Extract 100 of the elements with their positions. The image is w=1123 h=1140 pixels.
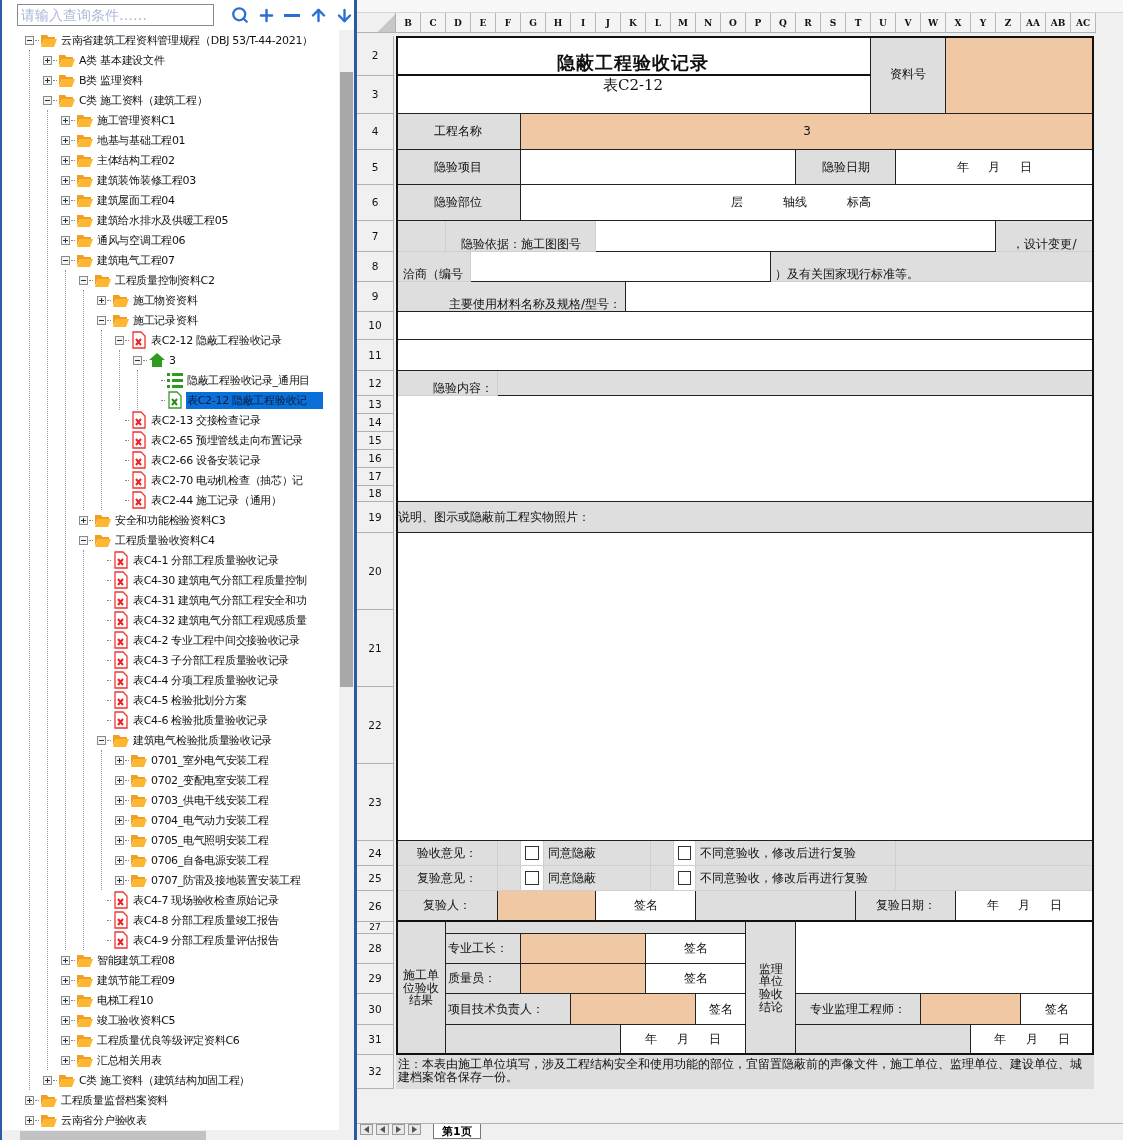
tree-item[interactable]: 表C4-3 子分部工程质量验收记录	[132, 651, 291, 669]
tree-toggle[interactable]	[61, 175, 70, 185]
checkbox[interactable]	[525, 846, 539, 860]
search-button[interactable]	[230, 4, 251, 26]
tree-toggle[interactable]	[61, 215, 70, 225]
column-header[interactable]: F	[496, 13, 521, 33]
tree-toggle[interactable]	[43, 1075, 52, 1085]
tree-toggle[interactable]	[79, 515, 88, 525]
tree-toggle[interactable]	[61, 995, 70, 1005]
tree-toggle[interactable]	[115, 795, 124, 805]
tree-item[interactable]: 施工记录资料	[132, 311, 199, 329]
tree-item[interactable]: 云南省分户验收表	[60, 1111, 148, 1129]
tree-item[interactable]: 建筑节能工程09	[96, 971, 176, 989]
sheet-nav-button[interactable]	[392, 1124, 405, 1135]
checkbox[interactable]	[678, 871, 691, 885]
tree-item[interactable]: 表C2-65 预埋管线走向布置记录	[150, 431, 305, 449]
tree-item[interactable]: 主体结构工程02	[96, 151, 176, 169]
tree-toggle[interactable]	[61, 1055, 70, 1065]
column-header[interactable]: D	[446, 13, 471, 33]
sheet-nav-button[interactable]	[360, 1124, 373, 1135]
tree-item[interactable]: 竣工验收资料C5	[96, 1011, 177, 1029]
scrollbar-thumb[interactable]	[20, 1130, 206, 1140]
column-header[interactable]: S	[821, 13, 846, 33]
tree-toggle[interactable]	[43, 95, 52, 105]
tree-toggle[interactable]	[61, 135, 70, 145]
tree-item[interactable]: C类 施工资料（建筑工程）	[78, 91, 209, 109]
column-header[interactable]: J	[596, 13, 621, 33]
tree-toggle[interactable]	[61, 1035, 70, 1045]
column-header[interactable]: P	[746, 13, 771, 33]
column-header[interactable]: M	[671, 13, 696, 33]
date-field[interactable]: 年 月 日	[956, 891, 1094, 922]
tree-toggle[interactable]	[115, 335, 124, 345]
column-header[interactable]: E	[471, 13, 496, 33]
tree-item[interactable]: 表C4-5 检验批划分方案	[132, 691, 248, 709]
search-field[interactable]: 请输入查询条件……	[17, 4, 215, 26]
column-header[interactable]: G	[521, 13, 546, 33]
tree-item[interactable]: 工程质量验收资料C4	[114, 531, 216, 549]
tree-toggle[interactable]	[115, 815, 124, 825]
horizontal-scrollbar[interactable]	[2, 1130, 354, 1140]
column-header[interactable]: K	[621, 13, 646, 33]
tree-item[interactable]: 表C2-70 电动机检查（抽芯）记	[150, 471, 305, 489]
column-header[interactable]: Q	[771, 13, 796, 33]
column-header[interactable]: L	[646, 13, 671, 33]
tree-toggle[interactable]	[43, 55, 52, 65]
tree-item[interactable]: 汇总相关用表	[96, 1051, 163, 1069]
tree-item[interactable]: 表C2-44 施工记录（通用）	[150, 491, 283, 509]
tree-item[interactable]: 表C4-4 分项工程质量验收记录	[132, 671, 280, 689]
tree-item[interactable]: 建筑给水排水及供暖工程05	[96, 211, 230, 229]
column-header[interactable]: X	[946, 13, 971, 33]
tree-toggle[interactable]	[133, 355, 142, 365]
tree-toggle[interactable]	[79, 275, 88, 285]
tree-toggle[interactable]	[61, 115, 70, 125]
checkbox[interactable]	[525, 871, 539, 885]
tree-item[interactable]: 0701_室外电气安装工程	[150, 751, 270, 769]
tree-toggle[interactable]	[61, 975, 70, 985]
column-header[interactable]: T	[846, 13, 871, 33]
tree-toggle[interactable]	[43, 75, 52, 85]
tree-item[interactable]: 建筑电气检验批质量验收记录	[132, 731, 274, 749]
tree-toggle[interactable]	[115, 855, 124, 865]
tree-item[interactable]: 3	[168, 351, 177, 369]
tree-item[interactable]: 表C2-13 交接检查记录	[150, 411, 262, 429]
tree-item[interactable]: 表C4-9 分部工程质量评估报告	[132, 931, 280, 949]
scrollbar-thumb[interactable]	[340, 72, 353, 687]
tree-item[interactable]: B类 监理资料	[78, 71, 144, 89]
tree-toggle[interactable]	[79, 535, 88, 545]
column-header[interactable]: O	[721, 13, 746, 33]
tree-item[interactable]: 0704_电气动力安装工程	[150, 811, 270, 829]
tree-item[interactable]: 工程质量优良等级评定资料C6	[96, 1031, 241, 1049]
tree-item[interactable]: 0702_变配电室安装工程	[150, 771, 270, 789]
date-field[interactable]: 年 月 日	[621, 1025, 746, 1055]
tree-item[interactable]: 表C2-66 设备安装记录	[150, 451, 262, 469]
tree-item[interactable]: 表C2-12 隐蔽工程验收记录	[150, 331, 283, 349]
tree-item[interactable]: 0707_防雷及接地装置安装工程	[150, 871, 302, 889]
column-header[interactable]: W	[921, 13, 946, 33]
tree-item[interactable]: 建筑屋面工程04	[96, 191, 176, 209]
tree-item[interactable]: 电梯工程10	[96, 991, 155, 1009]
tree-toggle[interactable]	[61, 1015, 70, 1025]
tree-item[interactable]: 安全和功能检验资料C3	[114, 511, 227, 529]
tree-item[interactable]: 通风与空调工程06	[96, 231, 187, 249]
tree-toggle[interactable]	[97, 735, 106, 745]
tree-item[interactable]: 建筑装饰装修工程03	[96, 171, 197, 189]
column-header[interactable]: C	[421, 13, 446, 33]
tree-item[interactable]: 0705_电气照明安装工程	[150, 831, 270, 849]
tree-item[interactable]: 表C4-7 现场验收检查原始记录	[132, 891, 280, 909]
column-header[interactable]: AA	[1021, 13, 1046, 33]
tree-item[interactable]: 表C4-8 分部工程质量竣工报告	[132, 911, 280, 929]
tree-toggle[interactable]	[61, 155, 70, 165]
tree-toggle[interactable]	[115, 775, 124, 785]
column-header[interactable]: Z	[996, 13, 1021, 33]
tree-toggle[interactable]	[115, 755, 124, 765]
sheet-nav-button[interactable]	[376, 1124, 389, 1135]
tree-toggle[interactable]	[61, 235, 70, 245]
tree-item[interactable]: 表C4-2 专业工程中间交接验收记录	[132, 631, 301, 649]
tree-toggle[interactable]	[25, 1115, 34, 1125]
tree-toggle[interactable]	[115, 875, 124, 885]
tree-item[interactable]: 表C4-6 检验批质量验收记录	[132, 711, 269, 729]
column-header[interactable]: U	[871, 13, 896, 33]
tree-item[interactable]: 0706_自备电源安装工程	[150, 851, 270, 869]
location-field[interactable]: 层 轴线 标高	[521, 185, 1094, 221]
tree-item[interactable]: 表C4-31 建筑电气分部工程安全和功	[132, 591, 308, 609]
